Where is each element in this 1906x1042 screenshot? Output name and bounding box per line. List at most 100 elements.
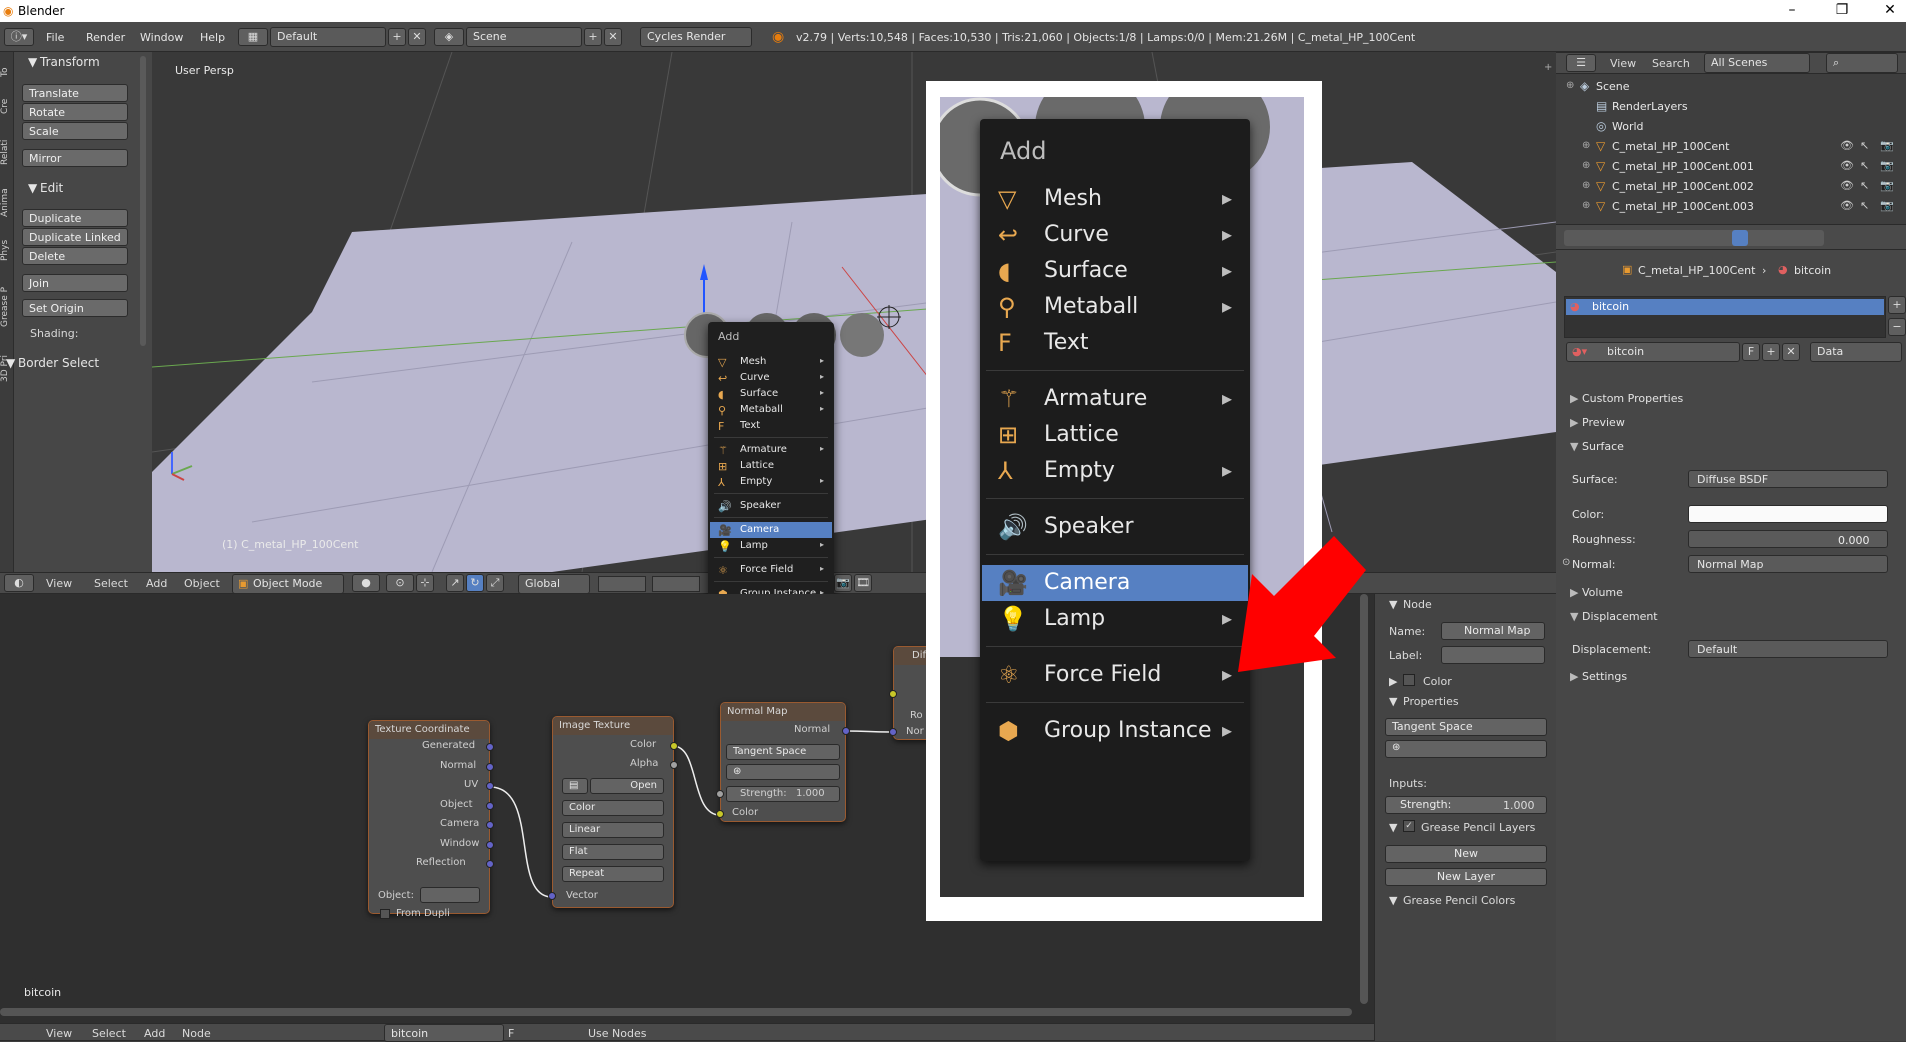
add-slot-icon[interactable]: + xyxy=(1888,296,1906,314)
menu-item-text[interactable]: F Text xyxy=(982,325,1248,361)
space-select[interactable]: Tangent Space xyxy=(1385,718,1547,736)
menu-node[interactable]: Node xyxy=(182,1027,211,1040)
new-layer-button[interactable]: New Layer xyxy=(1385,868,1547,886)
outliner-item[interactable]: C_metal_HP_100Cent xyxy=(1612,140,1729,153)
normal-input-socket[interactable] xyxy=(889,728,897,736)
expand-toggle-icon[interactable]: ⊕ xyxy=(1582,140,1590,151)
selectable-cursor-icon[interactable]: ↖ xyxy=(1860,139,1869,152)
remove-screen-icon[interactable]: ✕ xyxy=(408,28,426,46)
render-anim-icon[interactable]: 🎞 xyxy=(854,574,872,592)
menu-item-force-field[interactable]: ⚛ Force Field ▸ xyxy=(982,657,1248,693)
render-camera-icon[interactable]: 📷 xyxy=(1880,159,1894,172)
scale-manipulator-icon[interactable]: ⤢ xyxy=(486,574,504,592)
link-select[interactable]: Data xyxy=(1810,342,1902,362)
displacement-header[interactable]: Displacement xyxy=(1582,610,1658,623)
strength-input-socket[interactable] xyxy=(716,790,724,798)
scene-icon[interactable]: ◈ xyxy=(434,28,464,46)
selectable-cursor-icon[interactable]: ↖ xyxy=(1860,179,1869,192)
node-header[interactable]: Image Texture xyxy=(553,717,673,735)
properties-panel-header[interactable]: Properties xyxy=(1403,695,1459,708)
object-picker[interactable] xyxy=(420,887,480,903)
edit-panel-header[interactable]: Edit xyxy=(40,181,63,195)
outliner-item[interactable]: Scene xyxy=(1596,80,1630,93)
render-image-icon[interactable]: 📷 xyxy=(834,574,852,592)
interpolation-select[interactable]: Linear xyxy=(562,822,664,838)
output-socket-reflection[interactable] xyxy=(486,860,494,868)
projection-select[interactable]: Flat xyxy=(562,844,664,860)
grease-pencil-checkbox[interactable]: ✓ xyxy=(1403,820,1415,832)
material-browse-icon[interactable]: ◕▾ xyxy=(1572,345,1587,358)
normal-output-socket[interactable] xyxy=(842,727,850,735)
color-output-socket[interactable] xyxy=(670,742,678,750)
color-space-select[interactable]: Color xyxy=(562,800,664,816)
vector-input-socket[interactable] xyxy=(548,892,556,900)
material-datablock-field[interactable]: bitcoin xyxy=(1566,342,1740,362)
add-scene-icon[interactable]: + xyxy=(584,28,602,46)
use-nodes-checkbox[interactable]: Use Nodes xyxy=(588,1027,647,1040)
collapse-arrow-icon[interactable]: ▼ xyxy=(6,356,15,370)
collapse-arrow-icon[interactable]: ▼ xyxy=(1389,695,1397,708)
color-field[interactable] xyxy=(1688,505,1888,523)
menu-view[interactable]: View xyxy=(46,1027,72,1040)
from-dupli-checkbox[interactable] xyxy=(380,909,390,919)
outliner-item[interactable]: C_metal_HP_100Cent.003 xyxy=(1612,200,1754,213)
menu-file[interactable]: File xyxy=(46,31,64,44)
tab-physics[interactable]: Phys xyxy=(0,230,14,270)
manipulator-icon[interactable]: ⊹ xyxy=(416,574,434,592)
normal-field[interactable]: Normal Map xyxy=(1688,555,1888,573)
expand-toggle-icon[interactable]: ⊕ xyxy=(1582,160,1590,171)
expand-toggle-icon[interactable]: ⊕ xyxy=(1582,200,1590,211)
visibility-eye-icon[interactable]: 👁 xyxy=(1840,139,1854,152)
render-camera-icon[interactable]: 📷 xyxy=(1880,179,1894,192)
menu-item-mesh[interactable]: ▽ Mesh ▸ xyxy=(982,181,1248,217)
duplicate-button[interactable]: Duplicate xyxy=(22,209,128,227)
editor-type-outliner-icon[interactable]: ☰ xyxy=(1566,54,1596,72)
menu-item-camera[interactable]: 🎥 Camera xyxy=(710,522,832,538)
add-screen-icon[interactable]: + xyxy=(388,28,406,46)
settings-header[interactable]: Settings xyxy=(1582,670,1627,683)
menu-item-empty[interactable]: ⅄ Empty ▸ xyxy=(710,474,832,490)
menu-view[interactable]: View xyxy=(46,577,72,590)
gp-layers-header[interactable]: Grease Pencil Layers xyxy=(1421,821,1535,834)
menu-item-curve[interactable]: ↩ Curve ▸ xyxy=(710,370,832,386)
image-browse-icon[interactable]: ▤ xyxy=(562,778,588,794)
visibility-eye-icon[interactable]: 👁 xyxy=(1840,159,1854,172)
3d-viewport[interactable]: User Persp (1) C_metal_HP_100Cent + xyxy=(152,52,1556,572)
collapse-arrow-icon[interactable]: ▼ xyxy=(1389,821,1397,834)
orientation-select[interactable]: Global xyxy=(518,574,590,594)
menu-item-lattice[interactable]: ⊞ Lattice xyxy=(982,417,1248,453)
menu-item-lamp[interactable]: 💡 Lamp ▸ xyxy=(982,601,1248,637)
selectable-cursor-icon[interactable]: ↖ xyxy=(1860,159,1869,172)
expand-toggle-icon[interactable]: ⊕ xyxy=(1566,80,1574,91)
tab-animation[interactable]: Anima xyxy=(0,178,14,228)
join-button[interactable]: Join xyxy=(22,274,128,292)
menu-object[interactable]: Object xyxy=(184,577,220,590)
screen-layout-field[interactable]: Default xyxy=(270,27,386,47)
output-socket-generated[interactable] xyxy=(486,743,494,751)
render-camera-icon[interactable]: 📷 xyxy=(1880,139,1894,152)
material-tab-icon[interactable] xyxy=(1732,230,1748,246)
tab-tools[interactable]: To xyxy=(0,60,14,84)
open-image-button[interactable]: Open xyxy=(590,778,664,794)
menu-item-armature[interactable]: ⚚ Armature ▸ xyxy=(982,381,1248,417)
output-socket-uv[interactable] xyxy=(486,782,494,790)
menu-item-camera[interactable]: 🎥 Camera xyxy=(982,565,1248,601)
mode-select[interactable]: Object Mode xyxy=(232,574,344,594)
render-camera-icon[interactable]: 📷 xyxy=(1880,199,1894,212)
outliner-search-input[interactable]: ⌕ xyxy=(1826,53,1898,73)
menu-add[interactable]: Add xyxy=(146,577,167,590)
menu-item-speaker[interactable]: 🔊 Speaker xyxy=(710,498,832,514)
expand-arrow-icon[interactable]: ▶ xyxy=(1570,586,1578,599)
editor-type-3d-icon[interactable]: ◐ xyxy=(4,574,34,592)
breadcrumb-material[interactable]: bitcoin xyxy=(1794,264,1831,277)
translate-manipulator-icon[interactable]: ↗ xyxy=(446,574,464,592)
remove-scene-icon[interactable]: ✕ xyxy=(604,28,622,46)
menu-item-metaball[interactable]: ⚲ Metaball ▸ xyxy=(982,289,1248,325)
menu-select[interactable]: Select xyxy=(92,1027,126,1040)
duplicate-linked-button[interactable]: Duplicate Linked xyxy=(22,228,128,246)
menu-item-curve[interactable]: ↩ Curve ▸ xyxy=(982,217,1248,253)
collapse-arrow-icon[interactable]: ▼ xyxy=(28,181,37,195)
output-socket-camera[interactable] xyxy=(486,821,494,829)
uv-map-field[interactable]: ⊛ xyxy=(726,764,840,780)
context-tabs[interactable] xyxy=(1564,230,1824,246)
